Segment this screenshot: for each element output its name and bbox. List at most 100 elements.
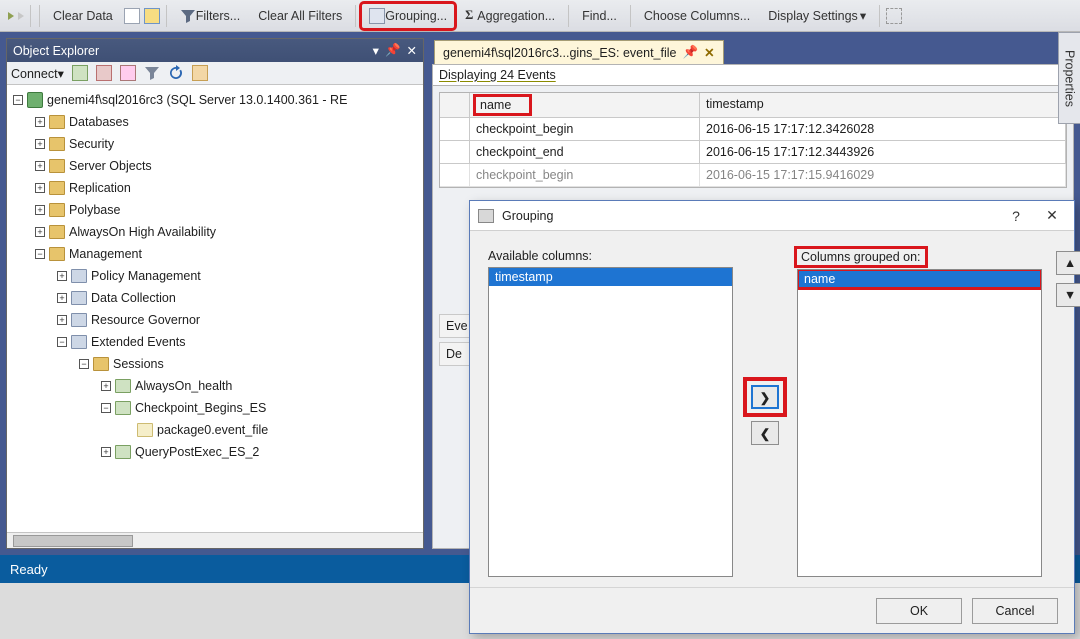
- grid-row[interactable]: checkpoint_begin 2016-06-15 17:17:15.941…: [440, 164, 1066, 187]
- tree-node-alwayson-health[interactable]: +AlwaysOn_health: [9, 375, 421, 397]
- tree-node-datacoll[interactable]: +Data Collection: [9, 287, 421, 309]
- filter-icon[interactable]: [144, 65, 160, 81]
- tree-label: Extended Events: [91, 335, 186, 349]
- disconnect-icon[interactable]: [96, 65, 112, 81]
- refresh-icon[interactable]: [168, 65, 184, 81]
- folder-icon: [49, 203, 65, 217]
- tree-label: AlwaysOn High Availability: [69, 225, 216, 239]
- cancel-button[interactable]: Cancel: [972, 598, 1058, 624]
- grid-banner: Displaying 24 Events: [433, 65, 1073, 86]
- tree-node-policy[interactable]: +Policy Management: [9, 265, 421, 287]
- sep: [39, 5, 40, 27]
- available-columns-label: Available columns:: [488, 249, 733, 263]
- object-explorer-toolbar: Connect▾: [7, 62, 423, 85]
- sep: [568, 5, 569, 27]
- stop-icon[interactable]: [120, 65, 136, 81]
- horizontal-scrollbar[interactable]: [7, 532, 423, 548]
- dialog-title-bar[interactable]: Grouping ? ✕: [470, 201, 1074, 231]
- grouping-button[interactable]: Grouping...: [362, 4, 454, 28]
- main-toolbar: Clear Data Filters... Clear All Filters …: [0, 0, 1080, 32]
- grid-header-marker: [440, 93, 470, 118]
- tree-node-xe[interactable]: −Extended Events: [9, 331, 421, 353]
- grid-active-icon[interactable]: [144, 8, 160, 24]
- tree-node-databases[interactable]: +Databases: [9, 111, 421, 133]
- dropdown-icon[interactable]: ▾: [373, 43, 379, 58]
- document-tabbar: genemi4f\sql2016rc3...gins_ES: event_fil…: [432, 38, 1074, 64]
- tree-node-management[interactable]: −Management: [9, 243, 421, 265]
- tree-node-replication[interactable]: +Replication: [9, 177, 421, 199]
- tree-label: QueryPostExec_ES_2: [135, 445, 259, 459]
- find-button[interactable]: Find...: [575, 4, 624, 28]
- tree-node-sessions[interactable]: −Sessions: [9, 353, 421, 375]
- move-right-button[interactable]: ❯: [751, 385, 779, 409]
- connect-button[interactable]: Connect▾: [11, 66, 64, 81]
- grid-row[interactable]: checkpoint_begin 2016-06-15 17:17:12.342…: [440, 118, 1066, 141]
- close-icon[interactable]: ✕: [407, 43, 417, 58]
- dialog-title: Grouping: [502, 209, 553, 223]
- tree-node-polybase[interactable]: +Polybase: [9, 199, 421, 221]
- dialog-body: Available columns: timestamp ❯ ❮ Columns…: [470, 231, 1074, 587]
- help-button[interactable]: ?: [1002, 208, 1030, 224]
- tree-node-server-objects[interactable]: +Server Objects: [9, 155, 421, 177]
- filters-button[interactable]: Filters...: [173, 4, 247, 28]
- funnel-icon: [180, 8, 196, 24]
- tree-node-pkg0[interactable]: package0.event_file: [9, 419, 421, 441]
- data-collection-icon: [71, 291, 87, 305]
- tree-label: Polybase: [69, 203, 120, 217]
- move-down-button[interactable]: ▼: [1056, 283, 1080, 307]
- properties-side-tab[interactable]: Properties: [1058, 32, 1080, 124]
- overflow-icon[interactable]: [886, 8, 902, 24]
- grid-icon[interactable]: [124, 8, 140, 24]
- clear-all-filters-button[interactable]: Clear All Filters: [251, 4, 349, 28]
- tree-scroll[interactable]: −genemi4f\sql2016rc3 (SQL Server 13.0.14…: [7, 85, 423, 532]
- clear-data-button[interactable]: Clear Data: [46, 4, 120, 28]
- sep: [879, 5, 880, 27]
- folder-icon: [49, 225, 65, 239]
- move-left-button[interactable]: ❮: [751, 421, 779, 445]
- grid-header-name-wrap[interactable]: name: [470, 93, 700, 118]
- grid-row-marker: [440, 118, 470, 141]
- grid-cell-name: checkpoint_begin: [470, 164, 700, 187]
- display-settings-button[interactable]: Display Settings ▾: [761, 4, 873, 28]
- tree-label: Policy Management: [91, 269, 201, 283]
- tree-server-label: genemi4f\sql2016rc3 (SQL Server 13.0.140…: [47, 93, 347, 107]
- folder-icon: [49, 247, 65, 261]
- available-columns-list[interactable]: timestamp: [488, 267, 733, 577]
- grid-row[interactable]: checkpoint_end 2016-06-15 17:17:12.34439…: [440, 141, 1066, 164]
- session-icon: [115, 401, 131, 415]
- tree-node-querypost[interactable]: +QueryPostExec_ES_2: [9, 441, 421, 463]
- tree-label: Resource Governor: [91, 313, 200, 327]
- tree-label: Sessions: [113, 357, 164, 371]
- move-right-highlight: ❯: [747, 381, 783, 413]
- pin-icon[interactable]: 📌: [682, 45, 698, 60]
- tree-server-node[interactable]: −genemi4f\sql2016rc3 (SQL Server 13.0.14…: [9, 89, 421, 111]
- folder-icon: [49, 137, 65, 151]
- scrollbar-thumb[interactable]: [13, 535, 133, 547]
- sep: [166, 5, 167, 27]
- extended-events-icon: [71, 335, 87, 349]
- policy-icon[interactable]: [192, 65, 208, 81]
- tree-node-security[interactable]: +Security: [9, 133, 421, 155]
- pin-icon[interactable]: 📌: [385, 43, 401, 58]
- object-explorer-panel: Object Explorer ▾ 📌 ✕ Connect▾ −genemi4f…: [6, 38, 424, 549]
- grouping-dialog: Grouping ? ✕ Available columns: timestam…: [469, 200, 1075, 634]
- grouped-columns-list[interactable]: name: [797, 269, 1042, 577]
- list-item[interactable]: name: [798, 270, 1041, 288]
- tree-label: Server Objects: [69, 159, 152, 173]
- close-button[interactable]: ✕: [1038, 207, 1066, 224]
- tree-node-resgov[interactable]: +Resource Governor: [9, 309, 421, 331]
- aggregation-button[interactable]: Σ Aggregation...: [458, 4, 562, 28]
- grid-header-timestamp[interactable]: timestamp: [700, 93, 1066, 118]
- session-icon: [115, 445, 131, 459]
- tree-node-checkpoint-begins[interactable]: −Checkpoint_Begins_ES: [9, 397, 421, 419]
- document-tab[interactable]: genemi4f\sql2016rc3...gins_ES: event_fil…: [434, 40, 724, 64]
- nav-back-icon[interactable]: [8, 12, 14, 20]
- ok-button[interactable]: OK: [876, 598, 962, 624]
- grouping-label: Grouping...: [385, 9, 447, 23]
- choose-columns-button[interactable]: Choose Columns...: [637, 4, 757, 28]
- connect-icon[interactable]: [72, 65, 88, 81]
- move-up-button[interactable]: ▲: [1056, 251, 1080, 275]
- list-item[interactable]: timestamp: [489, 268, 732, 286]
- tree-node-alwayson[interactable]: +AlwaysOn High Availability: [9, 221, 421, 243]
- close-icon[interactable]: ✕: [704, 45, 714, 60]
